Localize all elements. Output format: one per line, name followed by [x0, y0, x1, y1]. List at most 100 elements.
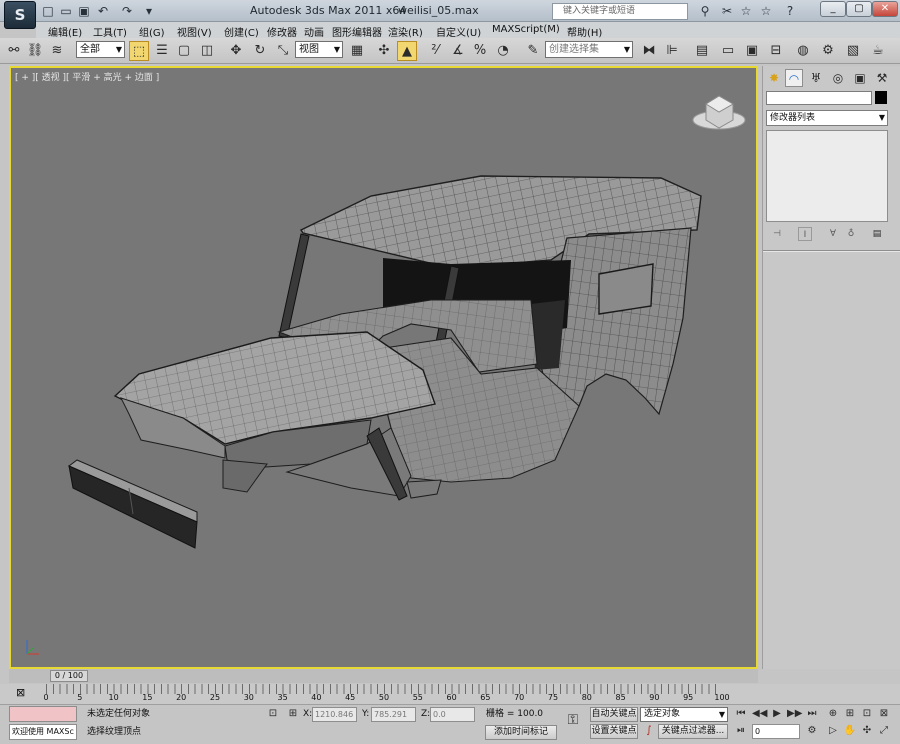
field-of-view-icon[interactable]: ▷: [826, 724, 840, 738]
material-editor-icon[interactable]: ◍: [793, 41, 813, 61]
configure-modifier-sets-icon[interactable]: ▤: [870, 227, 884, 241]
jeep-body-model[interactable]: [11, 68, 758, 669]
menu-rendering[interactable]: 渲染(R): [388, 24, 423, 39]
schematic-view-icon[interactable]: ⊟: [766, 41, 786, 61]
display-tab-icon[interactable]: ▣: [851, 69, 869, 87]
align-icon[interactable]: ⊫: [662, 41, 682, 61]
modifier-stack-list[interactable]: [766, 130, 888, 222]
time-slider-thumb[interactable]: 0 / 100: [50, 670, 88, 682]
mini-curve-editor-icon[interactable]: ⊠: [16, 686, 30, 700]
redo-icon[interactable]: ↷: [119, 3, 135, 19]
object-color-swatch[interactable]: [875, 91, 887, 104]
utilities-tab-icon[interactable]: ⚒: [873, 69, 891, 87]
modifier-list-dropdown[interactable]: 修改器列表 ▼: [766, 110, 888, 126]
favorites-star-icon-2[interactable]: ☆: [757, 3, 775, 19]
open-file-icon[interactable]: ▭: [58, 3, 74, 19]
frame-ruler[interactable]: 0 5 10 15 20 25 30 35 40 45 50 55 60 65 70 75 80 85 90 95 10…: [43, 684, 730, 704]
auto-key-button[interactable]: 自动关键点: [590, 707, 638, 722]
search-icon[interactable]: ⚲: [696, 3, 714, 19]
selection-lock-icon[interactable]: ⊡: [266, 707, 280, 721]
show-end-result-icon[interactable]: I: [798, 227, 812, 241]
help-icon[interactable]: ?: [781, 3, 799, 19]
rectangular-selection-icon[interactable]: ▢: [174, 41, 194, 61]
hierarchy-tab-icon[interactable]: ♅: [807, 69, 825, 87]
pivot-center-icon[interactable]: ▦: [347, 41, 367, 61]
quick-access-dropdown-icon[interactable]: ▾: [141, 3, 157, 19]
remove-modifier-icon[interactable]: ♁: [844, 227, 858, 241]
reference-coordinate-dropdown[interactable]: 视图 ▼: [295, 41, 343, 58]
menu-tools[interactable]: 工具(T): [93, 24, 127, 39]
curve-editor-icon[interactable]: ▣: [742, 41, 762, 61]
maxscript-mini-listener-input[interactable]: 欢迎使用 MAXSc: [9, 724, 77, 740]
zoom-extents-icon[interactable]: ⊡: [860, 707, 874, 721]
absolute-offset-toggle-icon[interactable]: ⊞: [286, 707, 300, 721]
modify-tab-icon[interactable]: ◠: [785, 69, 803, 87]
keyboard-shortcut-override-icon[interactable]: ▲: [397, 41, 417, 61]
time-slider[interactable]: 0 / 100: [9, 669, 758, 683]
add-time-tag-button[interactable]: 添加时间标记: [485, 725, 557, 740]
motion-tab-icon[interactable]: ◎: [829, 69, 847, 87]
x-coordinate-input[interactable]: 1210.846: [312, 707, 357, 722]
render-setup-icon[interactable]: ⚙: [818, 41, 838, 61]
menu-maxscript[interactable]: MAXScript(M): [492, 24, 560, 35]
named-selection-sets-dropdown[interactable]: 创建选择集 ▼: [545, 41, 633, 58]
select-and-manipulate-icon[interactable]: ✣: [374, 41, 394, 61]
close-button[interactable]: ✕: [872, 1, 898, 17]
menu-create[interactable]: 创建(C): [224, 24, 259, 39]
mirror-icon[interactable]: ⧓: [639, 41, 659, 61]
previous-frame-icon[interactable]: ◀◀: [752, 707, 767, 721]
front-bumper[interactable]: [68, 459, 198, 549]
key-mode-toggle-icon[interactable]: ⏯: [734, 724, 748, 738]
layer-manager-icon[interactable]: ▤: [692, 41, 712, 61]
render-production-icon[interactable]: ☕: [868, 41, 888, 61]
rendered-frame-window-icon[interactable]: ▧: [843, 41, 863, 61]
viewport-label[interactable]: [ + ][ 透视 ][ 平滑 + 高光 + 边面 ]: [15, 70, 159, 83]
time-configuration-icon[interactable]: ⚙: [805, 724, 819, 738]
select-and-scale-icon[interactable]: ⤡: [273, 41, 293, 61]
select-and-move-icon[interactable]: ✥: [226, 41, 246, 61]
next-frame-icon[interactable]: ▶▶: [787, 707, 802, 721]
key-filters-button[interactable]: 关键点过滤器...: [658, 724, 728, 739]
go-to-start-icon[interactable]: ⏮: [734, 707, 748, 721]
application-button[interactable]: S: [4, 1, 36, 29]
infocenter-search-input[interactable]: 键入关键字或短语: [552, 3, 688, 20]
default-in-out-tangent-icon[interactable]: ∫: [642, 724, 656, 738]
y-coordinate-input[interactable]: 785.291: [371, 707, 416, 722]
create-tab-icon[interactable]: ✸: [765, 69, 783, 87]
menu-views[interactable]: 视图(V): [177, 24, 212, 39]
zoom-extents-all-icon[interactable]: ⊠: [877, 707, 891, 721]
maxscript-listener-mini[interactable]: [9, 706, 77, 722]
snaps-toggle-icon[interactable]: ²⁄: [425, 41, 445, 61]
unlink-icon[interactable]: ⛓: [25, 41, 45, 61]
window-crossing-icon[interactable]: ◫: [197, 41, 217, 61]
set-key-button[interactable]: 设置关键点: [590, 724, 638, 739]
go-to-end-icon[interactable]: ⏭: [805, 707, 819, 721]
make-unique-icon[interactable]: ∀: [826, 227, 840, 241]
select-object-icon[interactable]: ⬚: [129, 41, 149, 61]
set-key-icon[interactable]: ⚿: [566, 713, 580, 727]
key-mode-dropdown[interactable]: 选定对象 ▼: [640, 707, 728, 722]
menu-help[interactable]: 帮助(H): [567, 24, 602, 39]
menu-group[interactable]: 组(G): [139, 24, 165, 39]
play-icon[interactable]: ▶: [770, 707, 784, 721]
perspective-viewport[interactable]: [ + ][ 透视 ][ 平滑 + 高光 + 边面 ]: [9, 66, 758, 669]
save-file-icon[interactable]: ▣: [76, 3, 92, 19]
maximize-viewport-icon[interactable]: ⤢: [877, 724, 891, 738]
undo-icon[interactable]: ↶: [95, 3, 111, 19]
current-frame-spinner[interactable]: 0: [752, 724, 800, 739]
angle-snap-icon[interactable]: ∡: [448, 41, 468, 61]
object-name-input[interactable]: [766, 91, 872, 105]
menu-modifiers[interactable]: 修改器: [267, 24, 297, 39]
graphite-ribbon-icon[interactable]: ▭: [718, 41, 738, 61]
select-by-name-icon[interactable]: ☰: [152, 41, 172, 61]
zoom-all-icon[interactable]: ⊞: [843, 707, 857, 721]
spinner-snap-icon[interactable]: ◔: [493, 41, 513, 61]
pan-view-icon[interactable]: ✋: [843, 724, 857, 738]
communication-center-icon[interactable]: ✂: [718, 3, 736, 19]
zoom-icon[interactable]: ⊕: [826, 707, 840, 721]
menu-customize[interactable]: 自定义(U): [436, 24, 481, 39]
trackbar[interactable]: ⊠ 0 5 10 15 20 25 30 35 40 45 50 55 60 65 70 75 80 85 90 95…: [0, 684, 900, 704]
z-coordinate-input[interactable]: 0.0: [430, 707, 475, 722]
menu-graph-editors[interactable]: 图形编辑器: [332, 24, 382, 39]
selection-filter-dropdown[interactable]: 全部 ▼: [76, 41, 125, 58]
